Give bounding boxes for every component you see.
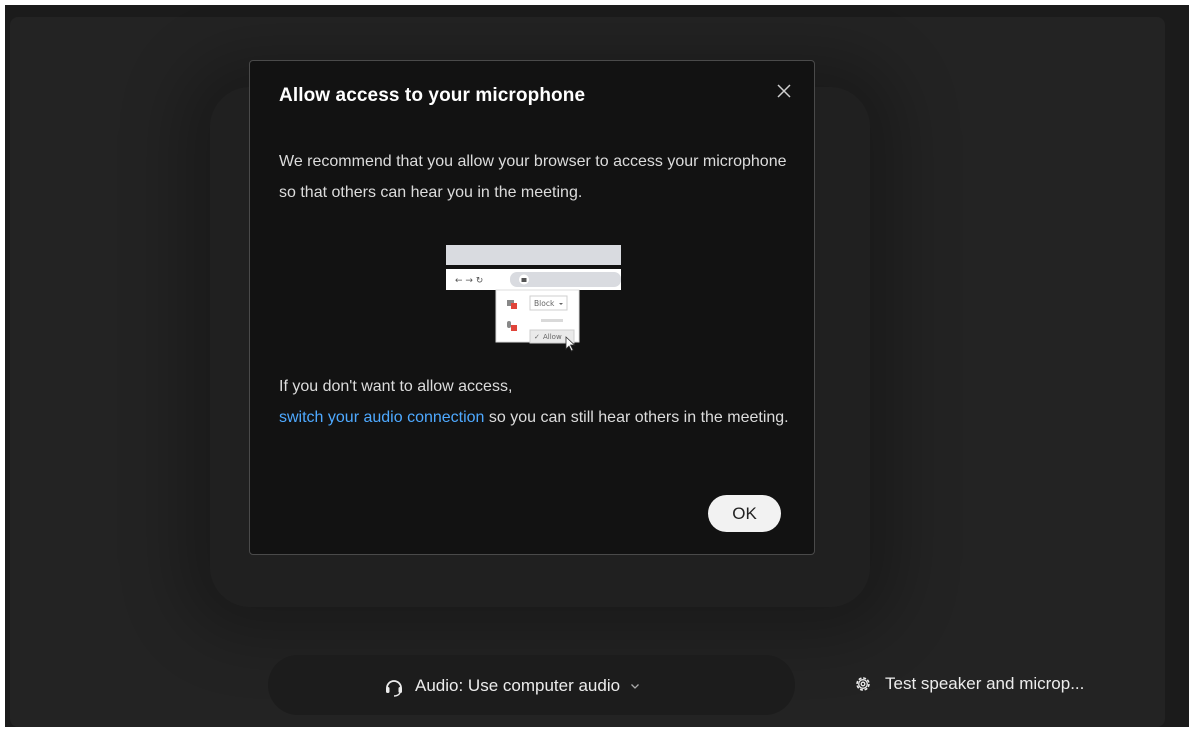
- dialog-title: Allow access to your microphone: [279, 85, 586, 106]
- alternative-prefix: If you don't want to allow access,: [279, 378, 513, 395]
- headset-icon: [386, 680, 402, 697]
- chevron-down-icon: [631, 684, 640, 689]
- close-icon: [777, 84, 791, 98]
- close-button[interactable]: [772, 79, 796, 103]
- switch-audio-link[interactable]: switch your audio connection: [279, 409, 484, 426]
- illustration-block-label: Block: [534, 299, 555, 308]
- svg-text:✓: ✓: [534, 333, 540, 341]
- test-speaker-microphone-button[interactable]: Test speaker and microp...: [853, 668, 1084, 700]
- alternative-text: If you don't want to allow access, switch…: [279, 371, 789, 433]
- microphone-permission-dialog: Allow access to your microphone We recom…: [249, 60, 815, 555]
- gear-icon: [856, 677, 870, 691]
- audio-connection-label: Audio: Use computer audio: [415, 676, 621, 695]
- dialog-message: We recommend that you allow your browser…: [279, 153, 787, 201]
- alternative-suffix: so you can still hear others in the meet…: [484, 409, 789, 426]
- illustration-allow-label: Allow: [543, 333, 562, 341]
- audio-connection-button[interactable]: Audio: Use computer audio: [383, 671, 640, 701]
- browser-permission-illustration: ← → ↻ Block ✓ Allow: [446, 245, 621, 352]
- test-speaker-label: Test speaker and microp...: [885, 674, 1085, 693]
- svg-text:← → ↻: ← → ↻: [455, 276, 483, 286]
- ok-button[interactable]: OK: [708, 495, 781, 532]
